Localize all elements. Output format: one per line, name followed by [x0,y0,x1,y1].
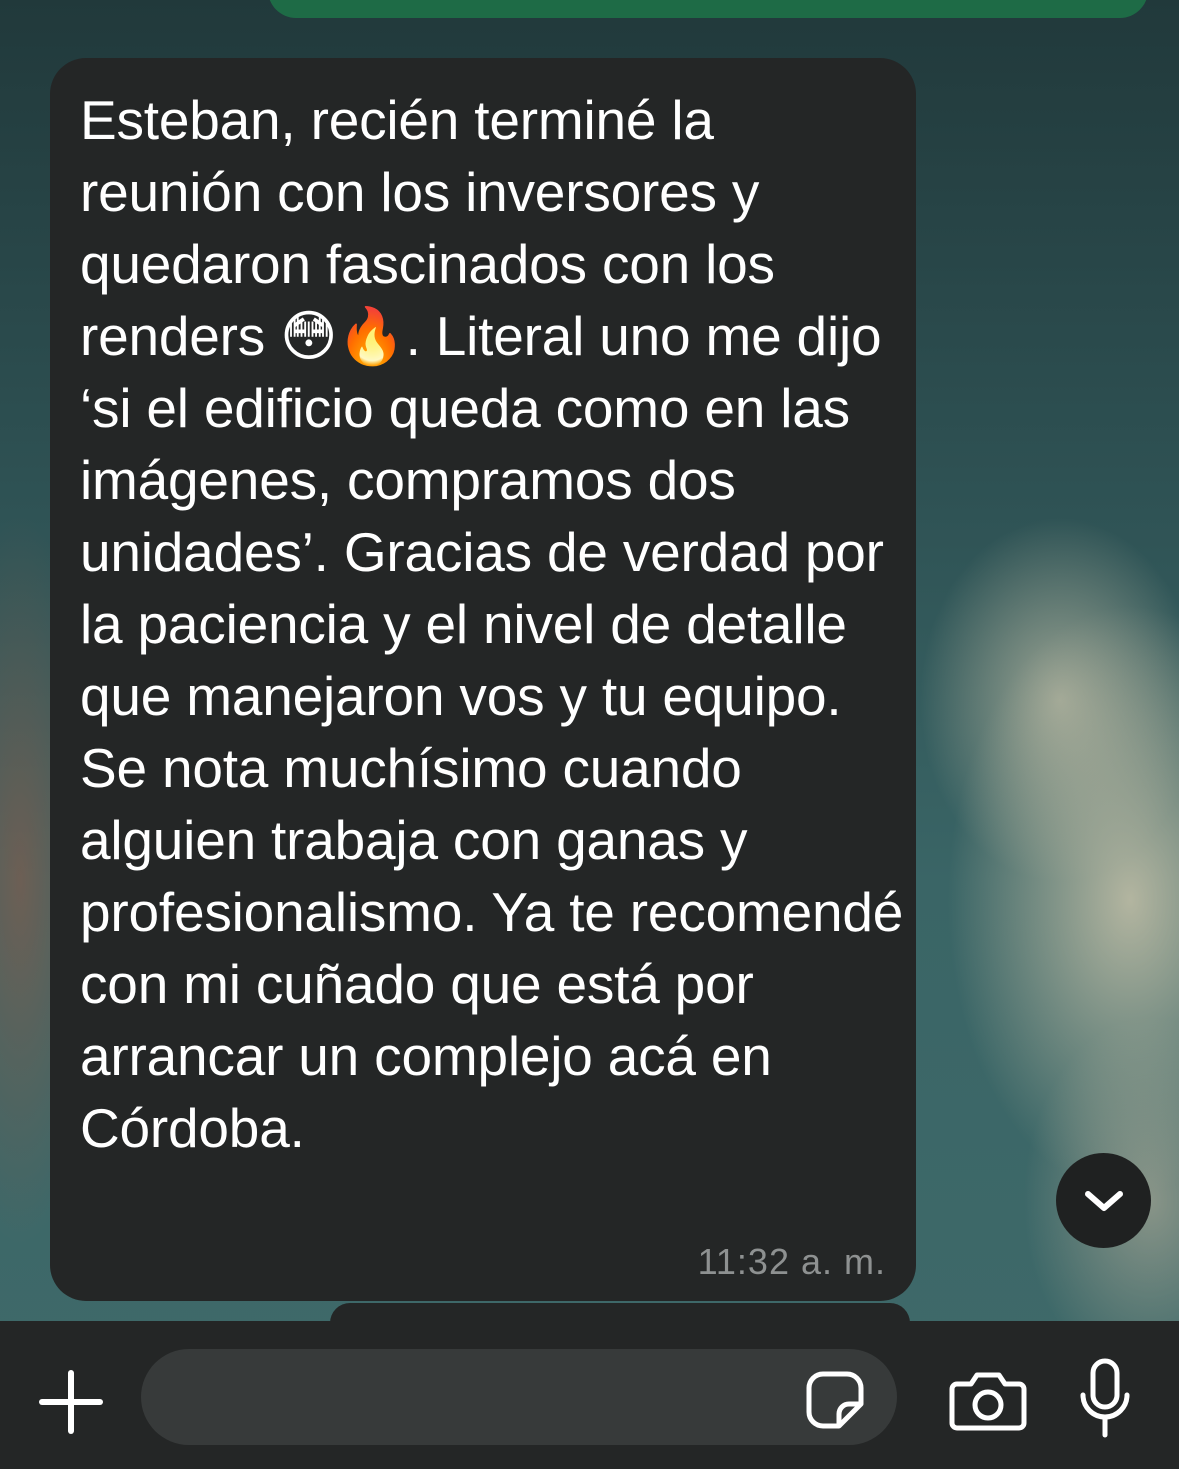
message-text: Esteban, recién terminé la reunión con l… [80,89,904,1159]
microphone-icon [1080,1358,1130,1438]
sticker-icon [806,1371,864,1429]
incoming-message-bubble[interactable]: Esteban, recién terminé la reunión con l… [50,58,916,1301]
scroll-to-bottom-button[interactable] [1056,1153,1151,1248]
message-timestamp: 11:32 a. m. [697,1241,886,1282]
plus-icon [39,1370,103,1434]
camera-icon [949,1372,1027,1431]
outgoing-message-bubble-partial[interactable] [268,0,1148,18]
sticker-button[interactable] [800,1365,870,1435]
voice-note-button[interactable] [1070,1357,1140,1443]
chevron-down-icon [1084,1190,1123,1211]
message-input[interactable] [141,1349,897,1445]
camera-button[interactable] [948,1365,1028,1435]
attach-button[interactable] [36,1367,106,1437]
message-input-bar [0,1321,1179,1469]
